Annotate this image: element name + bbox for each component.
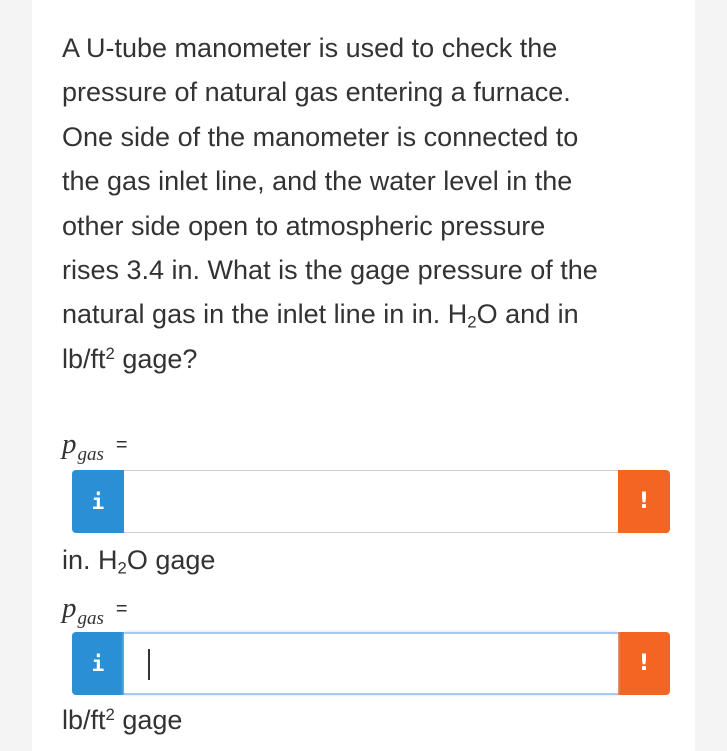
- equals-sign: =: [115, 434, 128, 456]
- answer-1-info-button[interactable]: i: [72, 470, 124, 533]
- subscript: 2: [117, 558, 127, 578]
- alert-icon: !: [638, 651, 650, 676]
- subscript: 2: [467, 313, 477, 333]
- question-text: A U-tube manometer is used to check the p…: [62, 26, 672, 381]
- text-caret: [148, 649, 150, 680]
- variable-symbol: p: [62, 428, 77, 460]
- answer-2-unit: lb/ft2 gage: [62, 705, 182, 736]
- alert-icon: !: [638, 489, 650, 514]
- question-card: A U-tube manometer is used to check the p…: [32, 0, 695, 751]
- answer-2-field-wrapper: [124, 632, 618, 695]
- question-line: rises 3.4 in. What is the gage pressure …: [62, 255, 598, 286]
- question-line: A U-tube manometer is used to check the: [62, 33, 558, 63]
- unit-text: O gage: [126, 545, 216, 575]
- equals-sign: =: [115, 598, 128, 620]
- answer-2-input[interactable]: [124, 634, 618, 693]
- answer-1-input-group: i !: [72, 470, 670, 533]
- question-line: natural gas in the inlet line in in. H: [62, 299, 468, 330]
- answer-1-field-wrapper: [124, 470, 618, 533]
- answer-1-input[interactable]: [124, 471, 618, 532]
- variable-subscript: gas: [77, 444, 104, 465]
- question-line: gage?: [114, 343, 198, 374]
- question-line: One side of the manometer is connected t…: [62, 121, 579, 152]
- answer-2-alert-button[interactable]: !: [618, 632, 670, 695]
- unit-text: lb/ft: [62, 705, 106, 735]
- answer-1-alert-button[interactable]: !: [618, 470, 670, 533]
- unit-text: in. H: [62, 545, 118, 575]
- superscript: 2: [105, 704, 115, 724]
- question-line: pressure of natural gas entering a furna…: [62, 77, 571, 108]
- info-icon: i: [91, 489, 105, 514]
- answer-1-unit: in. H2O gage: [62, 545, 216, 578]
- unit-text: gage: [114, 705, 183, 735]
- answer-2-info-button[interactable]: i: [72, 632, 124, 695]
- question-line: lb/ft: [62, 343, 106, 374]
- variable-symbol: p: [62, 592, 77, 624]
- superscript: 2: [105, 343, 115, 363]
- answer-2-input-group: i !: [72, 632, 670, 695]
- answer-1-variable-label: pgas =: [62, 428, 128, 465]
- question-line: other side open to atmospheric pressure: [62, 210, 546, 241]
- variable-subscript: gas: [77, 608, 104, 629]
- question-line: the gas inlet line, and the water level …: [62, 166, 573, 197]
- answer-2-variable-label: pgas =: [62, 592, 128, 629]
- info-icon: i: [91, 651, 105, 676]
- question-line: O and in: [476, 299, 579, 330]
